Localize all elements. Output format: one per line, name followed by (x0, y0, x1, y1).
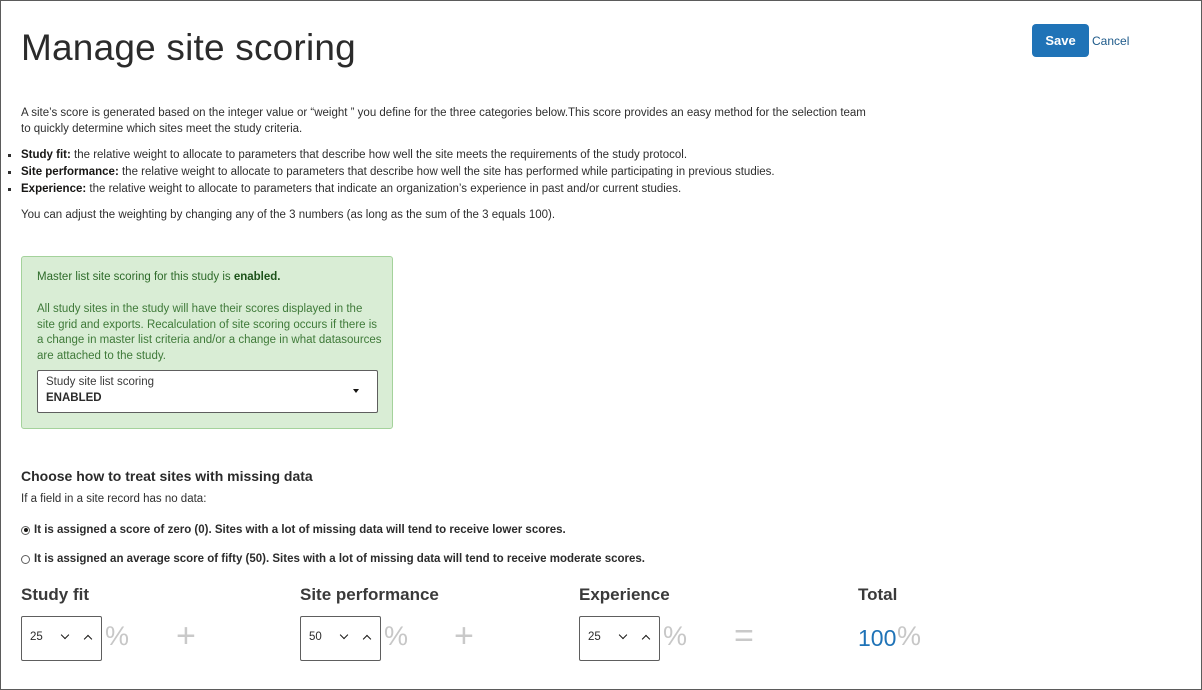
plus-icon: + (176, 617, 196, 655)
page-frame: Manage site scoring Save Cancel A site’s… (0, 0, 1202, 690)
experience-label: Experience (579, 585, 670, 604)
missing-data-heading: Choose how to treat sites with missing d… (21, 468, 313, 484)
radio-label: It is assigned a score of zero (0). Site… (34, 524, 566, 536)
bullet-text: the relative weight to allocate to param… (70, 149, 688, 161)
page-title: Manage site scoring (21, 27, 356, 68)
chevron-down-icon[interactable] (618, 630, 628, 640)
category-list: Study fit: the relative weight to alloca… (7, 147, 775, 198)
select-value: ENABLED (46, 392, 102, 404)
stepper-value[interactable]: 25 (30, 631, 43, 643)
chevron-up-icon[interactable] (362, 634, 372, 644)
radio-option-fifty[interactable]: It is assigned an average score of fifty… (21, 553, 645, 565)
caret-down-icon[interactable] (353, 389, 359, 393)
chevron-up-icon[interactable] (641, 634, 651, 644)
site-performance-stepper[interactable]: 50 (300, 616, 381, 661)
adjust-note: You can adjust the weighting by changing… (21, 209, 556, 221)
bullet-text: the relative weight to allocate to param… (86, 183, 682, 195)
status-line: Master list site scoring for this study … (37, 271, 281, 283)
percent-sign: % (384, 621, 409, 651)
list-item: Site performance: the relative weight to… (7, 164, 775, 181)
percent-sign: % (897, 621, 922, 651)
total-value: 100 (858, 625, 897, 651)
radio-label: It is assigned an average score of fifty… (34, 553, 645, 565)
site-performance-label: Site performance (300, 585, 439, 604)
radio-button[interactable] (21, 554, 30, 564)
select-label: Study site list scoring (46, 376, 155, 388)
stepper-value[interactable]: 25 (588, 631, 601, 643)
scoring-status-box: Master list site scoring for this study … (21, 256, 393, 429)
status-description: All study sites in the study will have t… (37, 303, 382, 362)
missing-data-subtext: If a field in a site record has no data: (21, 493, 207, 505)
stepper-value[interactable]: 50 (309, 631, 322, 643)
chevron-down-icon[interactable] (60, 630, 70, 640)
bullet-term: Experience: (21, 183, 87, 195)
status-prefix: Master list site scoring for this study … (37, 271, 234, 283)
chevron-up-icon[interactable] (83, 634, 93, 644)
bullet-text: the relative weight to allocate to param… (118, 166, 775, 178)
radio-button[interactable] (21, 525, 30, 535)
equals-icon: = (734, 617, 754, 655)
experience-stepper[interactable]: 25 (579, 616, 660, 661)
study-fit-label: Study fit (21, 585, 89, 604)
status-value: enabled. (233, 271, 281, 283)
radio-option-zero[interactable]: It is assigned a score of zero (0). Site… (21, 524, 566, 536)
bullet-term: Site performance: (21, 166, 119, 178)
percent-sign: % (105, 621, 130, 651)
chevron-down-icon[interactable] (339, 630, 349, 640)
scoring-select[interactable]: Study site list scoring ENABLED (37, 370, 378, 413)
study-fit-stepper[interactable]: 25 (21, 616, 102, 661)
intro-paragraph: A site’s score is generated based on the… (21, 107, 866, 135)
bullet-term: Study fit: (21, 149, 71, 161)
save-button[interactable]: Save (1032, 24, 1089, 57)
percent-sign: % (663, 621, 688, 651)
list-item: Experience: the relative weight to alloc… (7, 181, 775, 198)
cancel-link[interactable]: Cancel (1092, 34, 1129, 48)
plus-icon: + (454, 617, 474, 655)
list-item: Study fit: the relative weight to alloca… (7, 147, 775, 164)
total-label: Total (858, 585, 898, 604)
